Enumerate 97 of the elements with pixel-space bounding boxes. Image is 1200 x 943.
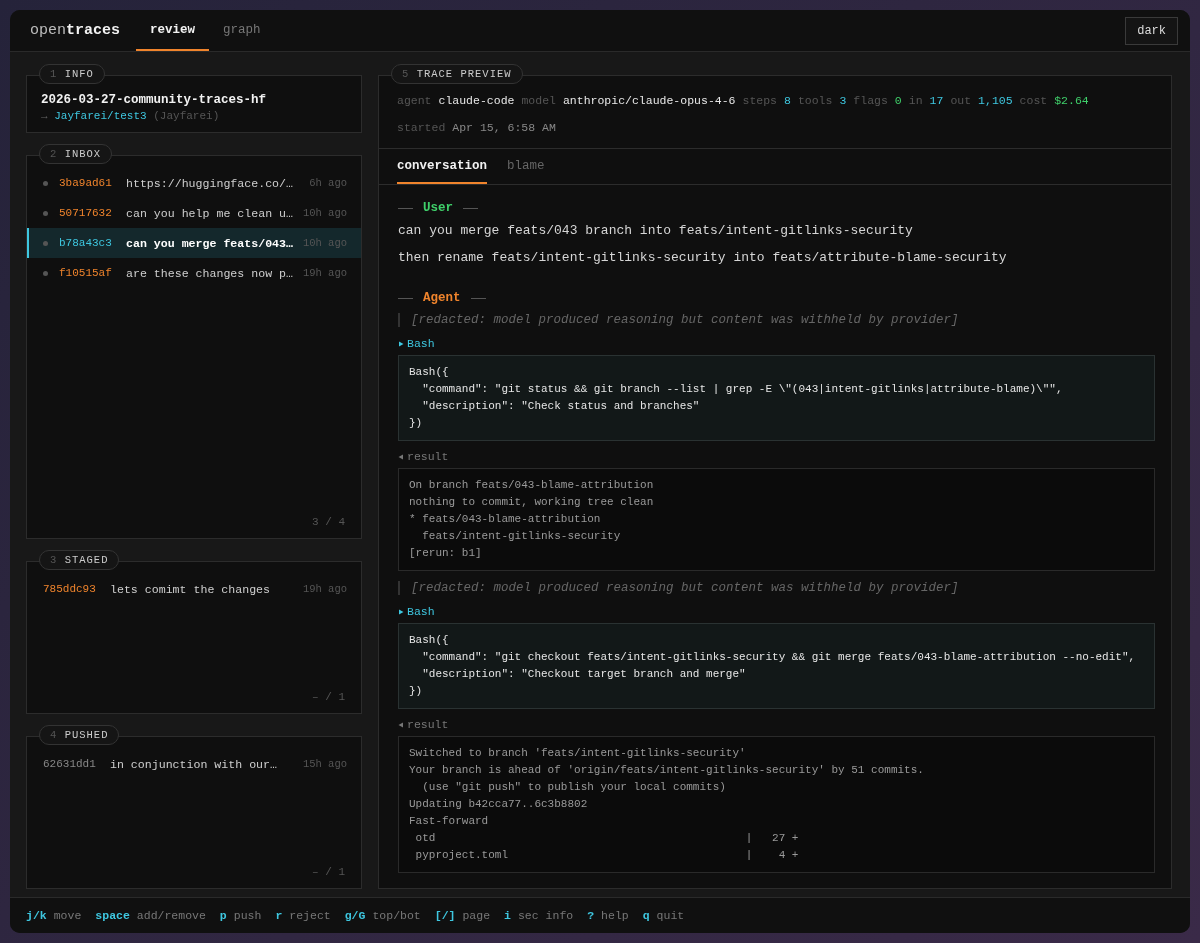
stat-value: 3 — [839, 94, 847, 107]
trace-message: can you help me clean u… — [126, 206, 294, 220]
trace-hash: 785ddc93 — [43, 583, 97, 595]
stat-value: claude-code — [438, 94, 515, 107]
trace-hash: f10515af — [59, 267, 113, 279]
trace-row[interactable]: 785ddc93 lets comimt the changes 19h ago — [27, 574, 361, 604]
stat-label: cost — [1019, 94, 1048, 107]
tool-call-toggle[interactable]: Bash — [398, 605, 1155, 618]
redacted-note: [redacted: model produced reasoning but content was withheld by provider] — [398, 313, 1155, 327]
repo-line: → Jayfarei/test3 (Jayfarei) — [41, 110, 221, 122]
shortcut-label: push — [233, 909, 262, 922]
output-block: On branch feats/043-blame-attribution nothing to commit, working tree clean * feats/043-blame-attribution feats/intent-gitlinks-security [rerun: b1] — [398, 468, 1155, 571]
theme-button[interactable]: dark — [1125, 16, 1178, 45]
stat-label: steps — [742, 94, 777, 107]
trace-row[interactable]: 3ba9ad61 https://huggingface.co/… 6h ago — [27, 168, 361, 198]
result-toggle[interactable]: result — [398, 450, 1155, 463]
stat-label: flags — [853, 94, 888, 107]
stat-label: out — [950, 94, 972, 107]
trace-row[interactable]: 62631dd1 in conjunction with our… 15h ago — [27, 749, 361, 779]
trace-message: https://huggingface.co/… — [126, 176, 294, 190]
dot-icon — [43, 180, 48, 186]
shortcut-label: reject — [289, 909, 331, 922]
dot-icon — [43, 210, 48, 216]
dot-icon — [43, 270, 48, 276]
section-label: 2 INBOX — [39, 144, 113, 164]
trace-time: 10h ago — [302, 207, 347, 219]
item-counter: – / 1 — [312, 691, 345, 703]
shortcut-label: page — [462, 909, 491, 922]
trace-message: can you merge feats/043… — [126, 236, 294, 250]
stat-label: tools — [797, 94, 833, 107]
stat-label: started — [397, 121, 446, 134]
shortcut-key: p — [219, 909, 227, 922]
message-text: can you merge feats/043 branch into feats/intent-gitlinks-security — [398, 223, 914, 238]
trace-hash: 3ba9ad61 — [59, 177, 113, 189]
dataset-name: 2026-03-27-community-traces-hf — [41, 93, 268, 107]
shortcut-key: [/] — [434, 909, 456, 922]
shortcut-key: g/G — [344, 909, 366, 922]
shortcut-key: r — [275, 909, 283, 922]
trace-time: 10h ago — [302, 237, 347, 249]
trace-time: 6h ago — [309, 177, 347, 189]
output-block: Switched to branch 'feats/intent-gitlinks-security' Your branch is ahead of 'origin/feats/intent-gitlinks-security' by 51 commits. (use "git push" to publish your local commits) Updating b42cca77..6c3b8802 Fast-forward otd | 27 + pyproject.toml | 4 + — [398, 736, 1155, 873]
nav-tab[interactable]: review — [136, 10, 210, 51]
trace-time: 15h ago — [302, 758, 347, 770]
item-counter: – / 1 — [312, 866, 345, 878]
shortcut-label: move — [53, 909, 82, 922]
stat-label: in — [908, 94, 923, 107]
shortcut-label: sec info — [517, 909, 574, 922]
message-text: then rename feats/intent-gitlinks-security into feats/attribute-blame-security — [398, 250, 1008, 265]
code-block: Bash({ "command": "git checkout feats/intent-gitlinks-security && git merge feats/043-blame-attribution --no-edit", "description": "Checkout target branch and merge" }) — [398, 623, 1155, 709]
trace-row[interactable]: f10515af are these changes now p… 19h ago — [27, 258, 361, 288]
section-label: 5 TRACE PREVIEW — [391, 64, 523, 84]
shortcut-label: quit — [656, 909, 685, 922]
trace-time: 19h ago — [302, 267, 347, 279]
trace-hash: 62631dd1 — [43, 758, 97, 770]
result-toggle[interactable]: result — [398, 718, 1155, 731]
nav-tab[interactable]: graph — [209, 10, 275, 51]
shortcut-key: ? — [587, 909, 595, 922]
item-counter: 3 / 4 — [312, 516, 345, 528]
speaker-label: User — [423, 201, 453, 215]
shortcut-label: help — [601, 909, 629, 922]
expand-triangle-icon — [398, 340, 404, 347]
trace-time: 19h ago — [302, 583, 347, 595]
speaker-label: Agent — [423, 291, 461, 305]
redacted-note: [redacted: model produced reasoning but content was withheld by provider] — [398, 581, 1155, 595]
trace-row[interactable]: b78a43c3 can you merge feats/043… 10h ago — [27, 228, 361, 258]
shortcut-label: add/remove — [136, 909, 206, 922]
trace-hash: b78a43c3 — [59, 237, 113, 249]
stat-value: anthropic/claude-opus-4-6 — [562, 94, 736, 107]
stat-label: model — [521, 94, 556, 107]
trace-hash: 50717632 — [59, 207, 113, 219]
section-label: 1 INFO — [39, 64, 105, 84]
code-block: Bash({ "command": "git status && git branch --list | grep -E \"(043|intent-gitlinks|attribute-blame)\"", "description": "Check status and branches" }) — [398, 355, 1155, 441]
view-tab[interactable]: conversation — [397, 149, 487, 184]
dot-icon — [43, 240, 48, 246]
collapse-triangle-icon — [398, 453, 404, 460]
trace-row[interactable]: 50717632 can you help me clean u… 10h ago — [27, 198, 361, 228]
shortcut-key: j/k — [26, 909, 47, 922]
stat-value: 17 — [929, 94, 944, 107]
trace-message: are these changes now p… — [126, 266, 294, 280]
stat-label: agent — [397, 94, 432, 107]
stat-value: 0 — [894, 94, 902, 107]
trace-message: in conjunction with our… — [110, 757, 278, 771]
shortcut-label: top/bot — [372, 909, 421, 922]
stat-value: $2.64 — [1054, 94, 1089, 107]
expand-triangle-icon — [398, 608, 404, 615]
stat-value: 8 — [784, 94, 791, 107]
section-label: 4 PUSHED — [39, 725, 120, 745]
start-time: Apr 15, 6:58 AM — [452, 121, 556, 134]
tool-call-toggle[interactable]: Bash — [398, 337, 1155, 350]
section-label: 3 STAGED — [39, 550, 120, 570]
app-logo: opentraces — [30, 22, 121, 39]
stat-value: 1,105 — [978, 94, 1013, 107]
shortcut-key: q — [642, 909, 650, 922]
shortcut-key: space — [95, 909, 130, 922]
trace-message: lets comimt the changes — [110, 582, 272, 596]
collapse-triangle-icon — [398, 721, 404, 728]
shortcut-key: i — [504, 909, 511, 922]
